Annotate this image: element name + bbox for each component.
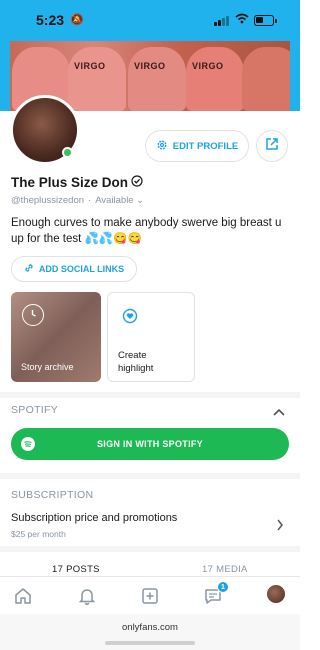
cellular-signal-icon bbox=[214, 16, 230, 26]
edit-profile-button[interactable]: EDIT PROFILE bbox=[145, 130, 249, 162]
notifications-bell-icon[interactable] bbox=[77, 586, 97, 606]
edit-profile-label: EDIT PROFILE bbox=[172, 140, 239, 152]
add-social-links-button[interactable]: ADD SOCIAL LINKS bbox=[11, 256, 137, 282]
bottom-nav bbox=[0, 576, 300, 614]
availability-dropdown[interactable]: Available ⌄ bbox=[95, 195, 144, 206]
profile-bio: Enough curves to make anybody swerve big… bbox=[11, 217, 282, 245]
section-divider bbox=[0, 392, 300, 398]
share-profile-button[interactable] bbox=[256, 130, 288, 162]
chevron-down-icon: ⌄ bbox=[136, 195, 145, 206]
subscription-price-value: $25 per month bbox=[11, 529, 66, 539]
create-highlight-label: Create highlight bbox=[118, 350, 154, 374]
chevron-right-icon[interactable] bbox=[276, 518, 284, 532]
spotify-section-title: SPOTIFY bbox=[11, 404, 59, 416]
messages-badge: 1 bbox=[217, 581, 229, 593]
create-highlight-card[interactable]: Create highlight bbox=[107, 292, 195, 382]
wifi-icon bbox=[235, 13, 249, 27]
share-icon bbox=[265, 137, 279, 156]
add-highlight-icon bbox=[122, 308, 138, 324]
home-icon[interactable] bbox=[13, 586, 33, 606]
handle-row: @theplussizedon · Available ⌄ bbox=[11, 195, 145, 206]
spotify-sign-in-label: SIGN IN WITH SPOTIFY bbox=[96, 439, 203, 449]
url-text[interactable]: onlyfans.com bbox=[0, 622, 300, 633]
tab-posts[interactable]: 17 POSTS bbox=[52, 564, 100, 575]
link-icon bbox=[24, 263, 34, 275]
subscription-section-title: SUBSCRIPTION bbox=[11, 489, 94, 501]
section-divider bbox=[0, 473, 300, 479]
verified-icon bbox=[131, 175, 143, 190]
spotify-sign-in-button[interactable]: SIGN IN WITH SPOTIFY bbox=[11, 428, 289, 460]
tab-media[interactable]: 17 MEDIA bbox=[202, 564, 248, 575]
silent-bell-icon: 🔕 bbox=[70, 14, 84, 26]
spotify-icon bbox=[21, 437, 35, 451]
subscription-price-link[interactable]: Subscription price and promotions bbox=[11, 512, 177, 524]
gear-icon bbox=[156, 139, 168, 154]
story-archive-card[interactable]: Story archive bbox=[11, 292, 101, 382]
profile-avatar-nav[interactable] bbox=[267, 585, 285, 603]
add-post-icon[interactable] bbox=[140, 586, 160, 606]
battery-icon bbox=[254, 15, 277, 26]
story-archive-label: Story archive bbox=[21, 362, 74, 372]
profile-handle: @theplussizedon bbox=[11, 195, 85, 206]
chevron-up-icon[interactable] bbox=[272, 404, 286, 416]
status-bar: 5:23 🔕 bbox=[0, 0, 300, 41]
browser-url-bar: onlyfans.com bbox=[0, 614, 300, 650]
add-social-links-label: ADD SOCIAL LINKS bbox=[38, 264, 125, 274]
clock-icon bbox=[22, 304, 44, 326]
home-indicator bbox=[105, 641, 195, 645]
status-time: 5:23 bbox=[36, 12, 65, 28]
profile-name: The Plus Size Don bbox=[11, 175, 143, 190]
online-status-dot bbox=[62, 147, 73, 158]
section-divider bbox=[0, 546, 300, 552]
